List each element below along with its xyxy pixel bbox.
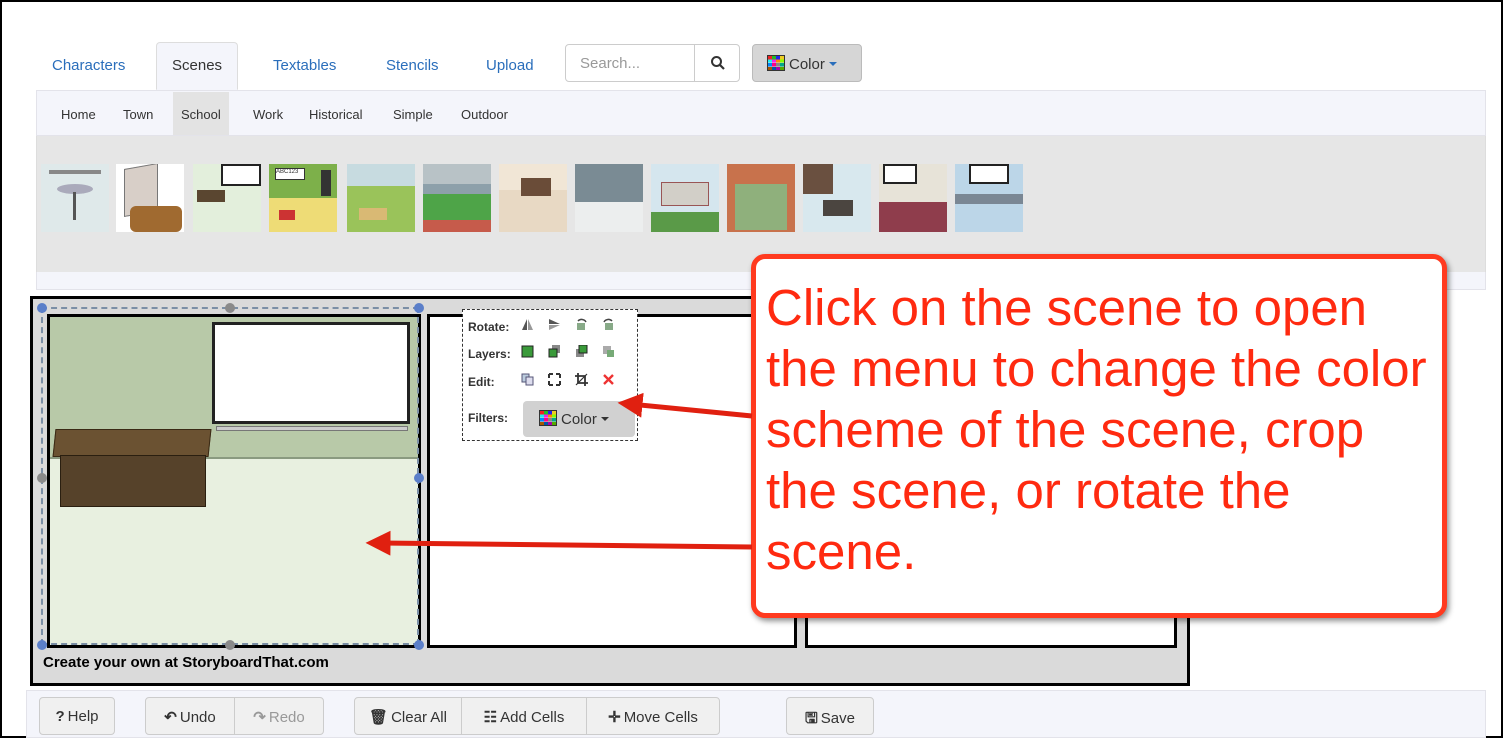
redo-icon: ↷ [253,709,266,726]
app-frame: Characters Scenes Textables Stencils Upl… [0,0,1503,738]
callout-arrows [365,392,753,556]
question-icon: ? [55,708,65,725]
save-label: Save [820,710,855,727]
clear-all-button[interactable]: 🗑 Clear All [354,697,462,735]
bottom-toolbar: ? Help ↶ Undo ↷ Redo 🗑 Clear All ☷ Add Cells … [26,690,1486,738]
move-cells-label: Move Cells [623,709,698,726]
move-icon: ✛ [608,709,621,726]
add-cells-label: Add Cells [500,709,565,726]
move-cells-button[interactable]: ✛ Move Cells [586,697,720,735]
help-button[interactable]: ? Help [39,697,115,735]
redo-button[interactable]: ↷ Redo [234,697,324,735]
redo-label: Redo [268,709,305,726]
undo-button[interactable]: ↶ Undo [145,697,235,735]
help-label: Help [67,708,99,725]
clear-all-label: Clear All [391,709,447,726]
undo-label: Undo [179,709,216,726]
trash-icon: 🗑 [369,709,389,726]
save-icon: 🖫 [805,710,818,727]
save-button[interactable]: 🖫 Save [786,697,874,735]
arrow-to-filters [617,392,753,419]
grid-icon: ☷ [483,709,498,726]
undo-icon: ↶ [164,709,177,726]
add-cells-button[interactable]: ☷ Add Cells [461,697,587,735]
arrow-to-scene [365,530,753,556]
